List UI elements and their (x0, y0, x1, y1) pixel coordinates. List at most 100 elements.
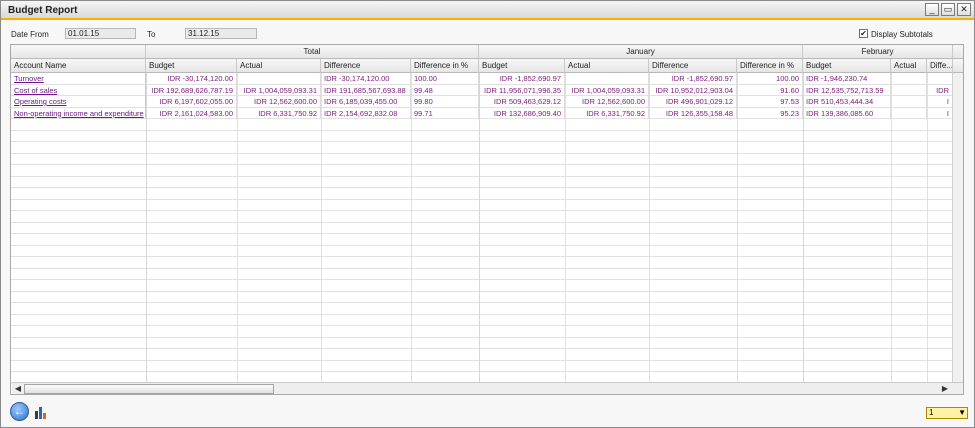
display-subtotals-label: Display Subtotals (871, 30, 933, 39)
budget-grid: Total January February Account Name Budg… (10, 44, 964, 395)
account-link[interactable]: Operating costs (11, 96, 146, 107)
table-cell: 95.23 (737, 107, 803, 119)
table-cell: IDR 12,535,752,713.59 (803, 84, 891, 96)
group-header-row: Total January February (11, 45, 963, 59)
column-divider (565, 73, 566, 382)
dropdown-arrow-icon[interactable]: ▼ (958, 408, 966, 418)
table-cell: IDR 132,686,909.40 (479, 107, 565, 119)
page-selector-value: 1 (929, 408, 934, 417)
table-cell: IDR 10,952,012,903.04 (649, 84, 737, 96)
display-subtotals-checkbox[interactable]: ✔ (859, 29, 868, 38)
column-header-jan-difference-pct[interactable]: Difference in % (737, 59, 803, 73)
empty-row (11, 131, 963, 142)
column-header-total-actual[interactable]: Actual (237, 59, 321, 73)
scroll-left-arrow-icon[interactable]: ◀ (13, 384, 23, 394)
table-row[interactable]: Operating costs IDR 6,197,602,055.00 IDR… (11, 96, 963, 108)
column-header-row: Account Name Budget Actual Difference Di… (11, 59, 963, 73)
table-row[interactable]: Non-operating income and expenditure IDR… (11, 107, 963, 119)
column-header-feb-budget[interactable]: Budget (803, 59, 891, 73)
restore-button[interactable]: ▭ (941, 3, 955, 16)
empty-row (11, 246, 963, 257)
back-arrow-icon[interactable]: ← (10, 402, 29, 421)
empty-row (11, 234, 963, 246)
group-header-empty (11, 45, 146, 59)
table-cell: IDR 126,355,158.48 (649, 107, 737, 119)
table-cell: IDR 6,331,750.92 (237, 107, 321, 119)
date-from-label: Date From (11, 30, 49, 39)
account-link[interactable]: Cost of sales (11, 84, 146, 96)
empty-row (11, 154, 963, 165)
date-to-label: To (147, 30, 156, 39)
column-header-total-budget[interactable]: Budget (146, 59, 237, 73)
table-cell: 91.60 (737, 84, 803, 96)
report-parameters: Date From 01.01.15 To 31.12.15 ✔ Display… (1, 25, 974, 43)
chart-icon[interactable] (35, 406, 48, 419)
table-cell: IDR 12,562,600.00 (565, 96, 649, 107)
table-row[interactable]: Turnover IDR -30,174,120.00 IDR -30,174,… (11, 73, 963, 85)
table-cell (927, 73, 953, 84)
bottom-toolbar: ← 1 ▼ (1, 397, 974, 428)
account-link[interactable]: Turnover (11, 73, 146, 84)
window-title: Budget Report (8, 5, 78, 16)
column-header-jan-budget[interactable]: Budget (479, 59, 565, 73)
empty-row (11, 223, 963, 234)
page-selector[interactable]: 1 ▼ (926, 407, 968, 419)
table-cell: IDR 1,004,059,093.31 (565, 84, 649, 96)
table-cell: IDR 12,562,600.00 (237, 96, 321, 107)
title-bar: Budget Report _ ▭ ✕ (1, 1, 974, 20)
chart-bar (39, 407, 42, 419)
column-header-account-name[interactable]: Account Name (11, 59, 146, 73)
empty-row (11, 292, 963, 303)
column-divider (927, 73, 928, 382)
group-header-february: February (803, 45, 953, 59)
vertical-scrollbar[interactable] (952, 73, 963, 382)
column-header-feb-difference[interactable]: Diffe... (927, 59, 953, 73)
empty-row (11, 315, 963, 326)
column-header-jan-difference[interactable]: Difference (649, 59, 737, 73)
column-divider (411, 73, 412, 382)
column-divider (737, 73, 738, 382)
table-cell: IDR 509,463,629.12 (479, 96, 565, 107)
account-link[interactable]: Non-operating income and expenditure (11, 107, 146, 119)
date-from-field[interactable]: 01.01.15 (65, 28, 136, 39)
group-header-total: Total (146, 45, 479, 59)
horizontal-scrollbar[interactable]: ◀ ▶ (12, 382, 963, 394)
table-cell: IDR -30,174,120.00 (146, 73, 237, 84)
empty-row (11, 188, 963, 200)
empty-row (11, 326, 963, 338)
date-to-field[interactable]: 31.12.15 (185, 28, 257, 39)
horizontal-scroll-thumb[interactable] (24, 384, 274, 394)
table-row[interactable]: Cost of sales IDR 192,689,626,787.19 IDR… (11, 84, 963, 96)
table-cell: IDR 510,453,444.34 (803, 96, 891, 107)
empty-row (11, 211, 963, 223)
column-divider (237, 73, 238, 382)
table-cell: IDR 6,185,039,455.00 (321, 96, 411, 107)
column-header-total-difference-pct[interactable]: Difference in % (411, 59, 479, 73)
table-cell: IDR -30,174,120.00 (321, 73, 411, 84)
table-cell: 99.48 (411, 84, 479, 96)
empty-row (11, 200, 963, 211)
column-header-total-difference[interactable]: Difference (321, 59, 411, 73)
column-divider (321, 73, 322, 382)
empty-row (11, 257, 963, 269)
scroll-right-arrow-icon[interactable]: ▶ (940, 384, 950, 394)
table-cell: 97.53 (737, 96, 803, 107)
empty-row (11, 338, 963, 349)
empty-row (11, 142, 963, 154)
grid-body: Turnover IDR -30,174,120.00 IDR -30,174,… (11, 73, 963, 384)
table-cell (891, 96, 927, 107)
table-cell: IDR 2,161,024,583.00 (146, 107, 237, 119)
column-header-feb-actual[interactable]: Actual (891, 59, 927, 73)
table-cell (891, 84, 927, 96)
minimize-button[interactable]: _ (925, 3, 939, 16)
empty-row (11, 269, 963, 280)
column-header-jan-actual[interactable]: Actual (565, 59, 649, 73)
table-cell (891, 107, 927, 119)
table-cell: 99.80 (411, 96, 479, 107)
empty-row (11, 119, 963, 131)
close-button[interactable]: ✕ (957, 3, 971, 16)
table-cell: IDR 6,331,750.92 (565, 107, 649, 119)
table-cell: IDR (927, 84, 953, 96)
table-cell: IDR 6,197,602,055.00 (146, 96, 237, 107)
group-header-january: January (479, 45, 803, 59)
